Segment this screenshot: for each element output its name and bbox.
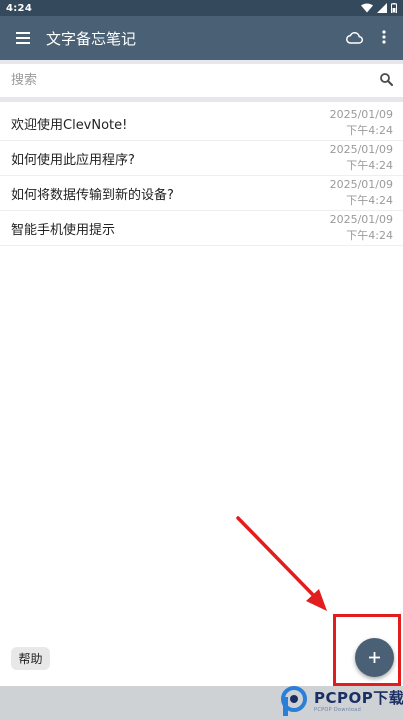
app-title: 文字备忘笔记 xyxy=(46,29,137,48)
search-area xyxy=(0,60,403,102)
note-date: 2025/01/09 xyxy=(329,213,393,226)
note-date: 2025/01/09 xyxy=(329,143,393,156)
app-screen: 4:24 文字备忘笔记 搜索 欢迎使用ClevNote! 2025/01/09 … xyxy=(0,0,403,720)
help-button[interactable]: 帮助 xyxy=(11,647,50,670)
watermark: PCPOP下载 PCPOP Download xyxy=(278,683,403,720)
more-options-button[interactable] xyxy=(369,16,399,60)
note-list: 欢迎使用ClevNote! 2025/01/09 下午4:24 如何使用此应用程… xyxy=(0,106,403,246)
note-date: 2025/01/09 xyxy=(329,108,393,121)
watermark-logo-icon xyxy=(280,685,310,717)
signal-icon xyxy=(377,3,387,13)
note-time: 下午4:24 xyxy=(346,124,393,137)
note-timestamp: 2025/01/09 下午4:24 xyxy=(330,177,393,209)
note-title: 如何将数据传输到新的设备? xyxy=(11,187,174,203)
note-title: 智能手机使用提示 xyxy=(11,222,116,238)
wifi-icon xyxy=(361,3,373,13)
note-time: 下午4:24 xyxy=(346,159,393,172)
note-time: 下午4:24 xyxy=(346,229,393,242)
note-timestamp: 2025/01/09 下午4:24 xyxy=(330,212,393,244)
search-icon xyxy=(379,71,393,90)
note-title: 如何使用此应用程序? xyxy=(11,152,135,168)
plus-icon xyxy=(369,648,380,667)
more-vert-icon xyxy=(382,29,386,48)
note-list-item[interactable]: 如何使用此应用程序? 2025/01/09 下午4:24 xyxy=(0,141,403,176)
search-button[interactable] xyxy=(369,64,403,97)
status-icons xyxy=(361,3,397,13)
note-timestamp: 2025/01/09 下午4:24 xyxy=(330,107,393,139)
app-bar: 文字备忘笔记 xyxy=(0,16,403,60)
note-list-item[interactable]: 智能手机使用提示 2025/01/09 下午4:24 xyxy=(0,211,403,246)
note-time: 下午4:24 xyxy=(346,194,393,207)
note-timestamp: 2025/01/09 下午4:24 xyxy=(330,142,393,174)
menu-icon xyxy=(16,29,30,48)
cloud-icon xyxy=(345,29,363,48)
search-input[interactable] xyxy=(0,64,369,97)
note-title: 欢迎使用ClevNote! xyxy=(11,117,128,133)
note-list-item[interactable]: 欢迎使用ClevNote! 2025/01/09 下午4:24 xyxy=(0,106,403,141)
add-note-button[interactable] xyxy=(355,638,394,677)
note-date: 2025/01/09 xyxy=(329,178,393,191)
status-time: 4:24 xyxy=(6,2,33,14)
note-list-item[interactable]: 如何将数据传输到新的设备? 2025/01/09 下午4:24 xyxy=(0,176,403,211)
battery-icon xyxy=(391,3,397,13)
status-bar: 4:24 xyxy=(0,0,403,16)
search-box xyxy=(0,64,403,97)
watermark-brand: PCPOP下载 xyxy=(314,689,403,707)
watermark-sub: PCPOP Download xyxy=(314,707,362,713)
cloud-sync-button[interactable] xyxy=(339,16,369,60)
menu-button[interactable] xyxy=(0,16,46,60)
